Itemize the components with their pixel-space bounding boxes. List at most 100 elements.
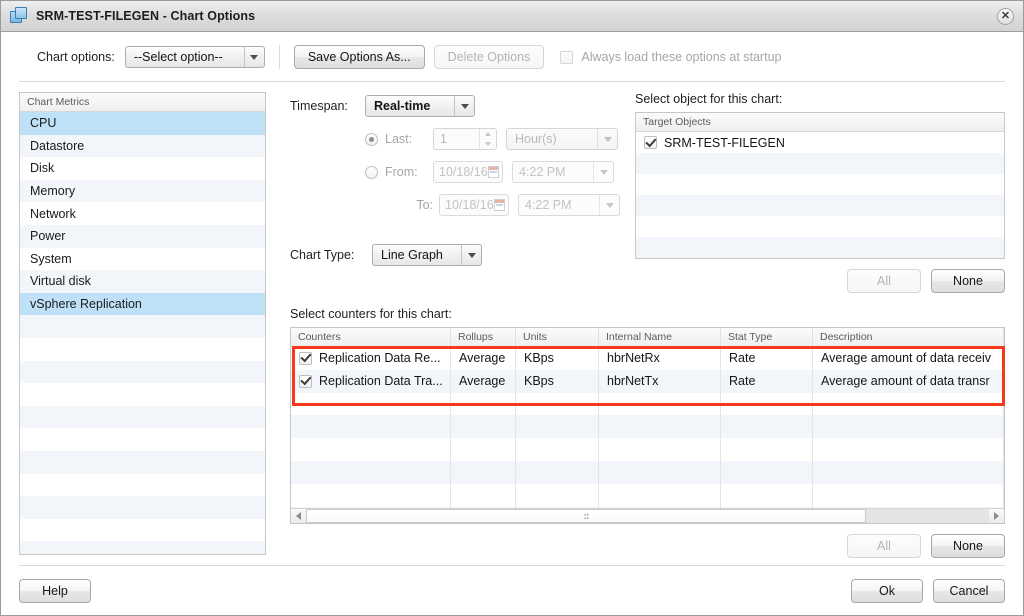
counters-table-row[interactable]: Replication Data Re...AverageKBpshbrNetR…	[291, 347, 1004, 370]
sidebar-item-disk[interactable]: Disk	[20, 157, 265, 180]
sidebar-empty-row	[20, 474, 265, 497]
counters-all-button[interactable]: All	[847, 534, 921, 558]
counter-checkbox[interactable]	[299, 375, 312, 388]
sidebar-item-label: Datastore	[30, 139, 84, 153]
from-date-input[interactable]: 10/18/16	[433, 161, 503, 183]
title-bar: SRM-TEST-FILEGEN - Chart Options ✕	[1, 1, 1023, 32]
sidebar-empty-row	[20, 496, 265, 519]
window-title: SRM-TEST-FILEGEN - Chart Options	[36, 9, 255, 23]
help-button[interactable]: Help	[19, 579, 91, 603]
stepper-arrows[interactable]	[479, 129, 496, 149]
last-unit-value: Hour(s)	[507, 129, 597, 149]
target-object-empty-row	[636, 174, 1004, 195]
delete-options-button[interactable]: Delete Options	[434, 45, 545, 69]
chart-type-label: Chart Type:	[290, 248, 372, 262]
chart-options-select[interactable]: --Select option--	[125, 46, 265, 68]
counters-empty-cell	[516, 484, 599, 507]
counters-empty-cell	[291, 484, 451, 507]
target-objects-header: Target Objects	[636, 113, 1004, 132]
scrollbar-thumb[interactable]	[306, 509, 866, 523]
counters-column-header[interactable]: Stat Type	[721, 328, 813, 346]
sidebar-item-memory[interactable]: Memory	[20, 180, 265, 203]
chart-options-select-value: --Select option--	[126, 47, 244, 67]
counters-table-body[interactable]: Replication Data Re...AverageKBpshbrNetR…	[291, 347, 1004, 508]
cancel-button[interactable]: Cancel	[933, 579, 1005, 603]
target-object-checkbox[interactable]	[644, 136, 657, 149]
objects-all-button[interactable]: All	[847, 269, 921, 293]
timespan-and-objects-row: Timespan: Real-time Last: 1	[290, 92, 1005, 293]
last-radio[interactable]	[365, 133, 378, 146]
counters-empty-cell	[721, 461, 813, 484]
counters-column-header[interactable]: Description	[813, 328, 1004, 346]
sidebar-empty-row	[20, 406, 265, 429]
right-panel: Timespan: Real-time Last: 1	[266, 92, 1005, 565]
sidebar-item-power[interactable]: Power	[20, 225, 265, 248]
save-options-as-button[interactable]: Save Options As...	[294, 45, 425, 69]
target-objects-listbox[interactable]: Target Objects SRM-TEST-FILEGEN	[635, 112, 1005, 259]
counters-empty-cell	[516, 393, 599, 416]
counters-none-button[interactable]: None	[931, 534, 1005, 558]
to-date-value: 10/18/16	[445, 198, 494, 212]
counters-empty-cell	[721, 438, 813, 461]
chevron-down-icon	[454, 96, 474, 116]
close-icon[interactable]: ✕	[997, 8, 1014, 25]
sidebar-item-label: Power	[30, 229, 65, 243]
counter-checkbox[interactable]	[299, 352, 312, 365]
counters-column-header[interactable]: Rollups	[451, 328, 516, 346]
sidebar-item-system[interactable]: System	[20, 248, 265, 271]
counters-empty-row	[291, 393, 1004, 416]
counters-column-header[interactable]: Internal Name	[599, 328, 721, 346]
sidebar-item-network[interactable]: Network	[20, 202, 265, 225]
last-row: Last: 1 Hour(s)	[290, 125, 635, 153]
scrollbar-track[interactable]	[306, 509, 989, 523]
timespan-select[interactable]: Real-time	[365, 95, 475, 117]
counters-all-none-buttons: All None	[290, 534, 1005, 558]
sidebar-item-virtual-disk[interactable]: Virtual disk	[20, 270, 265, 293]
chevron-down-icon	[461, 245, 481, 265]
counters-empty-cell	[291, 415, 451, 438]
counters-empty-cell	[516, 438, 599, 461]
objects-all-none-buttons: All None	[635, 269, 1005, 293]
counters-column-header[interactable]: Counters	[291, 328, 451, 346]
vm-objects-icon	[10, 7, 28, 25]
from-time-input[interactable]: 4:22 PM	[512, 161, 614, 183]
counters-column-header[interactable]: Units	[516, 328, 599, 346]
toolbar-divider	[279, 45, 280, 69]
to-label: To:	[385, 198, 439, 212]
objects-none-button[interactable]: None	[931, 269, 1005, 293]
target-object-label: SRM-TEST-FILEGEN	[664, 136, 785, 150]
to-date-input[interactable]: 10/18/16	[439, 194, 509, 216]
sidebar-empty-row	[20, 541, 265, 554]
ok-button[interactable]: Ok	[851, 579, 923, 603]
target-object-row[interactable]: SRM-TEST-FILEGEN	[636, 132, 1004, 153]
chart-metrics-list[interactable]: CPU Datastore DiskMemoryNetwork Power System…	[20, 112, 265, 554]
target-objects-list[interactable]: SRM-TEST-FILEGEN	[636, 132, 1004, 258]
chevron-down-icon	[599, 195, 619, 215]
target-object-empty-row	[636, 237, 1004, 258]
to-time-value: 4:22 PM	[519, 195, 599, 215]
always-load-checkbox[interactable]	[560, 51, 573, 64]
counters-empty-row	[291, 415, 1004, 438]
sidebar-item-cpu[interactable]: CPU	[20, 112, 265, 135]
to-time-input[interactable]: 4:22 PM	[518, 194, 620, 216]
counters-table-row[interactable]: Replication Data Tra...AverageKBpshbrNet…	[291, 370, 1004, 393]
counter-name-cell: Replication Data Tra...	[291, 370, 451, 393]
counters-empty-cell	[813, 461, 1004, 484]
counters-empty-cell	[451, 393, 516, 416]
last-unit-select[interactable]: Hour(s)	[506, 128, 618, 150]
counters-empty-cell	[291, 393, 451, 416]
from-radio[interactable]	[365, 166, 378, 179]
counters-empty-cell	[599, 484, 721, 507]
sidebar-item-vsphere-replication[interactable]: vSphere Replication	[20, 293, 265, 316]
sidebar-item-datastore[interactable]: Datastore	[20, 135, 265, 158]
chart-type-select[interactable]: Line Graph	[372, 244, 482, 266]
counters-horizontal-scrollbar[interactable]	[291, 508, 1004, 523]
last-value: 1	[434, 129, 479, 149]
calendar-icon[interactable]	[494, 199, 505, 211]
timespan-select-value: Real-time	[366, 96, 454, 116]
scroll-left-icon[interactable]	[291, 509, 306, 523]
last-value-stepper[interactable]: 1	[433, 128, 497, 150]
calendar-icon[interactable]	[488, 166, 499, 178]
counter-internal-name-cell: hbrNetTx	[599, 370, 721, 393]
scroll-right-icon[interactable]	[989, 509, 1004, 523]
